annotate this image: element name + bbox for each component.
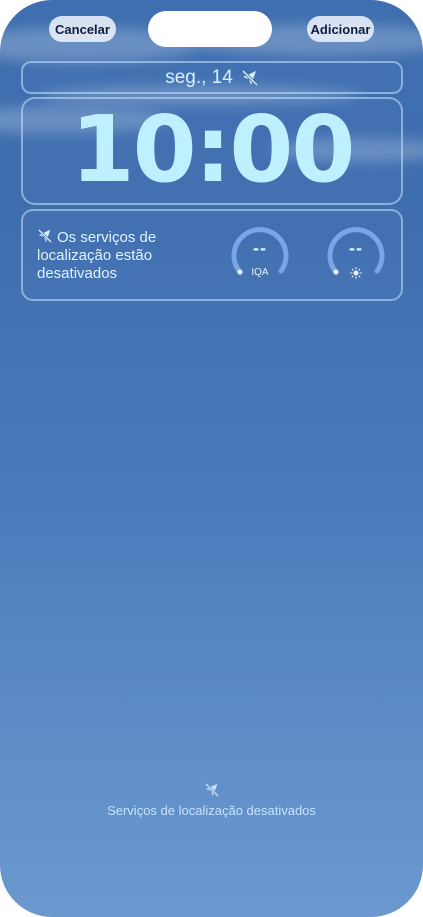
cancel-button[interactable]: Cancelar xyxy=(49,16,116,42)
aqi-value: -- xyxy=(253,238,267,258)
aqi-gauge: -- IQA xyxy=(230,224,290,284)
location-off-icon xyxy=(37,228,53,244)
location-off-icon xyxy=(241,69,258,87)
location-off-message: Serviços de localização desativados xyxy=(107,803,316,818)
date-text: seg., 14 xyxy=(165,67,233,88)
location-off-icon xyxy=(204,782,219,798)
sun-icon xyxy=(350,267,362,279)
add-button[interactable]: Adicionar xyxy=(307,16,374,42)
aqi-label: IQA xyxy=(251,267,269,278)
location-widget: Os serviços de localização estão desativ… xyxy=(37,228,212,283)
uv-gauge: -- xyxy=(326,224,386,284)
date-row: seg., 14 xyxy=(21,64,403,92)
lock-screen-editor: Cancelar Adicionar seg., 14 10:00 Os ser… xyxy=(0,0,423,917)
dynamic-island xyxy=(148,11,272,47)
clock-time: 10:00 xyxy=(70,95,356,203)
location-off-notice: Serviços de localização desativados xyxy=(100,782,323,819)
location-message: Os serviços de localização estão desativ… xyxy=(37,229,157,282)
uv-value: -- xyxy=(349,238,363,258)
